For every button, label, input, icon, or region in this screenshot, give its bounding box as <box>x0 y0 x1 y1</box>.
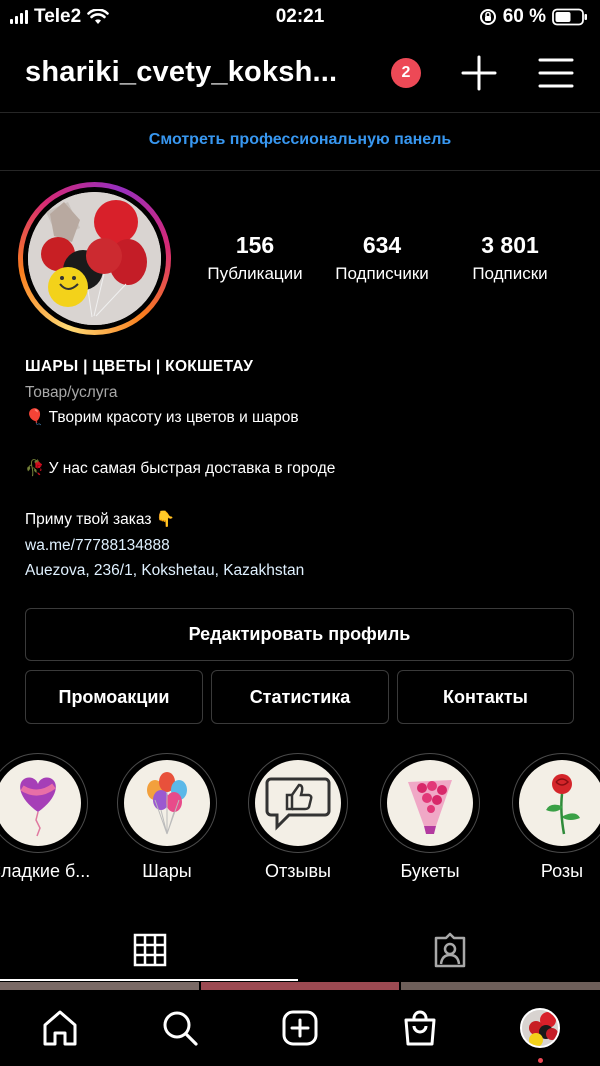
profile-activity-dot <box>538 1058 543 1063</box>
divider <box>0 170 600 171</box>
contacts-button[interactable]: Контакты <box>397 670 574 724</box>
nav-shop[interactable] <box>398 1006 442 1050</box>
highlight-item[interactable]: Розы <box>512 753 600 882</box>
stat-posts[interactable]: 156 Публикации <box>190 232 320 284</box>
bottom-navigation <box>0 990 600 1066</box>
nav-profile[interactable] <box>518 1006 562 1050</box>
bio-line: Приму твой заказ 👇 <box>25 511 176 528</box>
tab-posts-grid[interactable] <box>0 920 300 980</box>
bio-link[interactable]: wa.me/77788134888 <box>25 533 585 559</box>
stat-followers[interactable]: 634 Подписчики <box>317 232 447 284</box>
create-plus-icon[interactable] <box>460 54 498 92</box>
bio-line: 🥀 У нас самая быстрая доставка в городе <box>25 460 336 477</box>
promotions-button[interactable]: Промоакции <box>25 670 203 724</box>
active-tab-indicator <box>0 979 298 981</box>
username-switcher[interactable]: shariki_cvety_koksh... <box>25 56 337 89</box>
menu-icon[interactable] <box>537 54 575 92</box>
followers-count: 634 <box>362 232 402 258</box>
tab-tagged[interactable] <box>300 920 600 980</box>
battery-icon <box>552 8 587 26</box>
highlight-label: Сладкие б... <box>0 861 91 881</box>
posts-count: 156 <box>235 232 275 258</box>
heart-balloon-icon <box>0 760 81 846</box>
profile-avatar-thumbnail <box>520 1008 560 1048</box>
profile-bio: ШАРЫ | ЦВЕТЫ | КОКШЕТАУ Товар/услуга 🎈 Т… <box>25 354 585 584</box>
profile-avatar[interactable] <box>18 182 171 335</box>
insights-button[interactable]: Статистика <box>211 670 389 724</box>
profile-display-name: ШАРЫ | ЦВЕТЫ | КОКШЕТАУ <box>25 358 254 375</box>
tagged-person-icon <box>434 932 466 968</box>
status-bar: Tele2 02:21 60 % <box>0 0 600 34</box>
nav-create[interactable] <box>278 1006 322 1050</box>
bio-line: 🎈 Творим красоту из цветов и шаров <box>25 409 299 426</box>
followers-label: Подписчики <box>335 264 429 283</box>
avatar-image <box>28 192 161 325</box>
posts-grid-preview <box>0 982 600 990</box>
highlight-item[interactable]: Букеты <box>380 753 480 882</box>
following-label: Подписки <box>472 264 548 283</box>
stat-following[interactable]: 3 801 Подписки <box>445 232 575 284</box>
shopping-bag-icon <box>404 1010 436 1046</box>
balloons-photo-icon <box>28 192 161 325</box>
profile-category: Товар/услуга <box>25 383 118 401</box>
add-post-icon <box>282 1010 318 1046</box>
bio-address[interactable]: Auezova, 236/1, Kokshetau, Kazakhstan <box>25 558 585 584</box>
grid-icon <box>133 933 167 967</box>
notification-badge[interactable]: 2 <box>391 58 421 88</box>
highlight-label: Розы <box>540 861 584 881</box>
highlight-item[interactable]: Шары <box>117 753 217 882</box>
professional-dashboard-link[interactable]: Смотреть профессиональную панель <box>0 113 600 170</box>
highlight-item[interactable]: Сладкие б... <box>0 753 91 882</box>
orientation-lock-icon <box>479 9 496 25</box>
battery-percent: 60 % <box>502 6 546 27</box>
thumbs-up-icon <box>255 760 341 846</box>
highlight-label: Шары <box>142 861 192 881</box>
following-count: 3 801 <box>481 232 539 258</box>
posts-label: Публикации <box>207 264 303 283</box>
highlight-label: Букеты <box>400 861 460 881</box>
status-right: 60 % <box>479 6 588 28</box>
edit-profile-button[interactable]: Редактировать профиль <box>25 608 574 661</box>
home-icon <box>43 1010 77 1046</box>
profile-header: shariki_cvety_koksh... 2 <box>0 40 600 110</box>
rose-icon <box>519 760 600 846</box>
search-icon <box>163 1011 198 1046</box>
nav-search[interactable] <box>158 1006 202 1050</box>
nav-home[interactable] <box>38 1006 82 1050</box>
balloons-icon <box>124 760 210 846</box>
highlight-item[interactable]: Отзывы <box>248 753 348 882</box>
bouquet-icon <box>387 760 473 846</box>
highlight-label: Отзывы <box>265 861 331 881</box>
